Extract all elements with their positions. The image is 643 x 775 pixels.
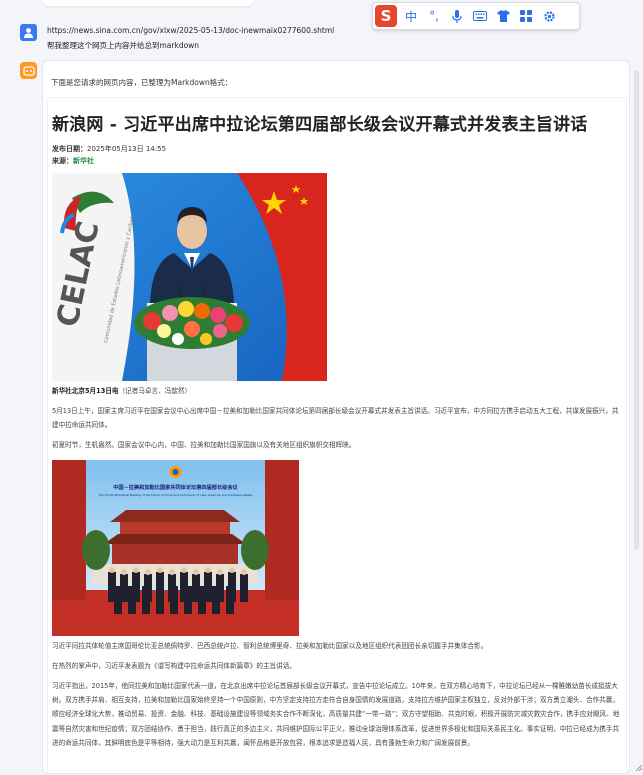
scrollbar[interactable] <box>634 70 639 550</box>
article-image-group-photo: 中国－拉美和加勒比国家共同体论坛第四届部长级会议 The Fourth Mini… <box>52 460 299 636</box>
user-message-text: 帮我整理这个网页上内容并给总到markdown <box>47 41 200 50</box>
publish-date: 2025年05月13日 14:55 <box>87 145 167 153</box>
article-title: 新浪网 - 习近平出席中拉论坛第四届部长级会议开幕式并发表主旨讲话 <box>52 115 588 135</box>
source-name[interactable]: 新华社 <box>73 157 94 165</box>
settings-gear-icon[interactable] <box>540 10 558 23</box>
flower-arrangement <box>134 297 250 349</box>
banner-title-text: 中国－拉美和加勒比国家共同体论坛第四届部长级会议 <box>113 483 238 491</box>
paragraph-5: 习近平指出，2015年，他同拉美和加勒比国家代表一道，在北京出席中拉论坛首届部长… <box>52 682 620 747</box>
paragraph-4: 在热烈的掌声中，习近平发表题为《谱写构建中拉命运共同体新篇章》的主旨讲话。 <box>52 662 296 670</box>
banner-subtitle-text: The Fourth Ministerial Meeting of the Fo… <box>98 493 253 497</box>
microphone-icon[interactable] <box>448 9 466 23</box>
ime-toolbar[interactable]: S 中 °, <box>372 2 580 30</box>
markdown-article: 新浪网 - 习近平出席中拉论坛第四届部长级会议开幕式并发表主旨讲话 发布日期：2… <box>47 97 627 773</box>
article-image-speech: CELAC Comunidad de Estados Latinoamerica… <box>52 173 327 381</box>
ime-punct-toggle[interactable]: °, <box>425 9 443 23</box>
source-line: 来源：新华社 <box>52 156 94 166</box>
user-avatar-icon <box>20 24 37 41</box>
user-message-url[interactable]: https://news.sina.com.cn/gov/xlxw/2025-0… <box>47 26 334 35</box>
assistant-intro-text: 下面是您请求的网页内容，已整理为Markdown格式： <box>51 78 233 87</box>
toolbox-grid-icon[interactable] <box>517 10 535 22</box>
caption-dateline: 新华社北京5月13日电 <box>52 387 119 395</box>
photo-caption: 新华社北京5月13日电（记者马卓言、冯歆然） <box>52 384 622 398</box>
publish-date-label: 发布日期： <box>52 145 87 153</box>
publish-date-line: 发布日期：2025年05月13日 14:55 <box>52 144 166 154</box>
skin-shirt-icon[interactable] <box>494 10 512 22</box>
keyboard-icon[interactable] <box>471 11 489 21</box>
source-label: 来源： <box>52 157 73 165</box>
resize-grip-icon[interactable] <box>635 756 643 772</box>
sogou-logo-icon[interactable]: S <box>375 5 397 27</box>
previous-message-edge <box>43 0 253 6</box>
assistant-avatar-icon <box>20 62 37 79</box>
caption-reporters: （记者马卓言、冯歆然） <box>118 387 192 395</box>
paragraph-3: 习近平同拉共体轮值主席国哥伦比亚总统佩特罗、巴西总统卢拉、智利总统博里奇、拉美和… <box>52 642 488 650</box>
paragraph-2: 初夏时节，生机盎然。国家会议中心内，中国、拉美和加勒比国家国旗以及有关地区组织旗… <box>52 441 356 449</box>
assistant-message-card: 下面是您请求的网页内容，已整理为Markdown格式： 新浪网 - 习近平出席中… <box>42 60 630 774</box>
paragraph-1: 5月13日上午，国家主席习近平在国家会议中心出席中国－拉美和加勒比国家共同体论坛… <box>52 407 619 430</box>
ime-mode-toggle[interactable]: 中 <box>402 8 420 25</box>
